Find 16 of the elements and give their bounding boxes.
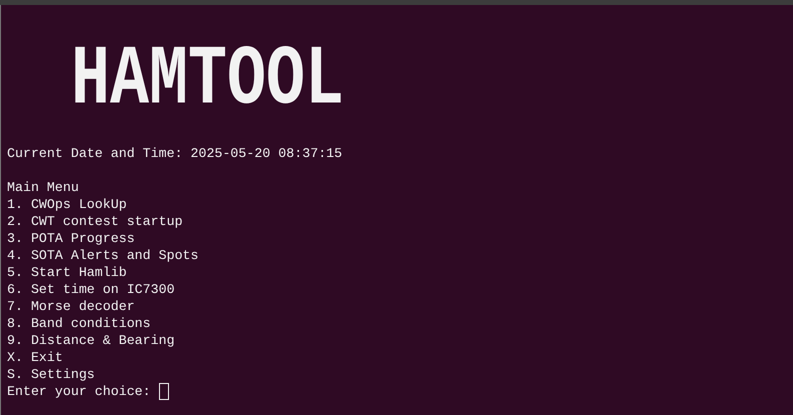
menu-option: 6. Set time on IC7300 — [7, 281, 793, 298]
menu-option: 3. POTA Progress — [7, 230, 793, 247]
prompt-text: Enter your choice: — [7, 383, 151, 400]
menu-option: 4. SOTA Alerts and Spots — [7, 247, 793, 264]
datetime-line: Current Date and Time: 2025-05-20 08:37:15 — [7, 145, 344, 162]
menu-option: 1. CWOps LookUp — [7, 196, 793, 213]
banner-title: HAMTOOL — [71, 39, 344, 124]
menu-option: S. Settings — [7, 366, 793, 383]
menu-option: 5. Start Hamlib — [7, 264, 793, 281]
menu-option: 7. Morse decoder — [7, 298, 793, 315]
menu-option: 8. Band conditions — [7, 315, 793, 332]
menu-option: 2. CWT contest startup — [7, 213, 793, 230]
menu-heading: Main Menu — [7, 179, 80, 196]
text-cursor — [158, 383, 169, 400]
menu-option: 9. Distance & Bearing — [7, 332, 793, 349]
menu-option: X. Exit — [7, 349, 793, 366]
